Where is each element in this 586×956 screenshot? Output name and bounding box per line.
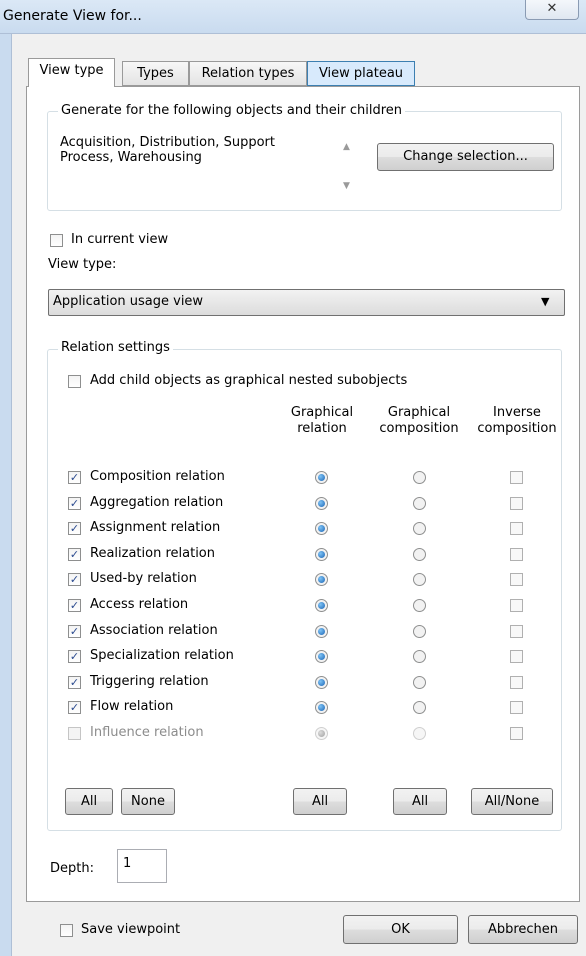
in-current-view-checkbox[interactable] (50, 234, 63, 247)
inverse-composition-checkbox[interactable] (510, 625, 523, 638)
graphical-composition-radio[interactable] (413, 676, 426, 689)
column-header-graphical-composition: Graphical composition (379, 405, 459, 436)
graphical-composition-radio[interactable] (413, 727, 426, 740)
save-viewpoint-checkbox[interactable] (60, 924, 73, 937)
save-viewpoint-label: Save viewpoint (81, 922, 181, 937)
relation-checkbox[interactable]: ✓ (68, 650, 81, 663)
tab-view-type[interactable]: View type (28, 58, 115, 87)
graphical-composition-radio[interactable] (413, 599, 426, 612)
relation-checkbox[interactable]: ✓ (68, 599, 81, 612)
relation-label: Access relation (90, 597, 189, 612)
graphical-relation-radio[interactable] (315, 522, 328, 535)
column-header-graphical-relation: Graphical relation (290, 405, 354, 436)
relation-checkbox[interactable]: ✓ (68, 522, 81, 535)
graphical-relation-radio[interactable] (315, 701, 328, 714)
graphical-relation-radio[interactable] (315, 625, 328, 638)
tab-view-plateau[interactable]: View plateau (307, 61, 415, 86)
graphical-composition-radio[interactable] (413, 573, 426, 586)
all-graphical-relation-button[interactable]: All (293, 788, 347, 815)
view-type-label: View type: (48, 257, 117, 272)
tab-panel-view-type: Generate for the following objects and t… (26, 86, 580, 902)
view-type-select[interactable]: Application usage view ▼ (48, 289, 565, 316)
inverse-composition-checkbox[interactable] (510, 548, 523, 561)
relation-checkbox[interactable]: ✓ (68, 548, 81, 561)
add-child-objects-checkbox[interactable] (68, 375, 81, 388)
graphical-composition-radio[interactable] (413, 650, 426, 663)
column-header-inverse-composition: Inverse composition (477, 405, 557, 436)
relation-checkbox[interactable]: ✓ (68, 471, 81, 484)
relation-checkbox[interactable] (68, 727, 81, 740)
relation-settings-legend: Relation settings (58, 340, 173, 355)
graphical-relation-radio[interactable] (315, 599, 328, 612)
chevron-down-icon: ▼ (541, 295, 550, 308)
graphical-composition-radio[interactable] (413, 471, 426, 484)
graphical-relation-radio[interactable] (315, 497, 328, 510)
graphical-relation-radio[interactable] (315, 471, 328, 484)
relation-checkbox[interactable]: ✓ (68, 625, 81, 638)
ok-button[interactable]: OK (343, 915, 458, 944)
window-title: Generate View for... (3, 8, 142, 24)
relation-checkbox[interactable]: ✓ (68, 497, 81, 510)
graphical-composition-radio[interactable] (413, 522, 426, 535)
scroll-up-icon[interactable]: ▲ (343, 142, 350, 152)
inverse-composition-checkbox[interactable] (510, 497, 523, 510)
select-none-relations-button[interactable]: None (121, 788, 175, 815)
inverse-composition-checkbox[interactable] (510, 599, 523, 612)
objects-line-2: Process, Warehousing (60, 150, 202, 165)
scroll-down-icon[interactable]: ▼ (343, 181, 350, 191)
view-type-value: Application usage view (53, 294, 204, 309)
relation-label: Aggregation relation (90, 495, 224, 510)
graphical-composition-radio[interactable] (413, 625, 426, 638)
relation-checkbox[interactable]: ✓ (68, 573, 81, 586)
graphical-relation-radio[interactable] (315, 727, 328, 740)
graphical-relation-radio[interactable] (315, 650, 328, 663)
window-frame-left (0, 34, 12, 956)
graphical-relation-radio[interactable] (315, 573, 328, 586)
inverse-composition-checkbox[interactable] (510, 727, 523, 740)
inverse-composition-checkbox[interactable] (510, 701, 523, 714)
change-selection-button[interactable]: Change selection... (377, 143, 554, 171)
tab-types[interactable]: Types (122, 61, 189, 86)
relation-label: Triggering relation (90, 674, 209, 689)
depth-value: 1 (123, 856, 132, 871)
title-bar: Generate View for... ✕ (0, 0, 586, 34)
relation-label: Composition relation (90, 469, 225, 484)
relation-label: Flow relation (90, 699, 174, 714)
depth-label: Depth: (50, 861, 94, 876)
relation-checkbox[interactable]: ✓ (68, 701, 81, 714)
relation-label: Specialization relation (90, 648, 234, 663)
relation-label: Used-by relation (90, 571, 197, 586)
add-child-objects-label: Add child objects as graphical nested su… (90, 373, 408, 388)
relation-label: Association relation (90, 623, 218, 638)
depth-input[interactable]: 1 (117, 849, 167, 883)
cancel-button[interactable]: Abbrechen (468, 915, 578, 944)
in-current-view-label: In current view (71, 232, 169, 247)
inverse-composition-checkbox[interactable] (510, 522, 523, 535)
graphical-composition-radio[interactable] (413, 701, 426, 714)
close-icon: ✕ (546, 1, 558, 16)
inverse-composition-checkbox[interactable] (510, 676, 523, 689)
relation-label: Assignment relation (90, 520, 221, 535)
close-button[interactable]: ✕ (525, 0, 579, 20)
graphical-relation-radio[interactable] (315, 676, 328, 689)
graphical-relation-radio[interactable] (315, 548, 328, 561)
graphical-composition-radio[interactable] (413, 548, 426, 561)
relation-label: Realization relation (90, 546, 215, 561)
objects-line-1: Acquisition, Distribution, Support (60, 135, 275, 150)
inverse-composition-checkbox[interactable] (510, 573, 523, 586)
inverse-composition-checkbox[interactable] (510, 471, 523, 484)
relation-checkbox[interactable]: ✓ (68, 676, 81, 689)
graphical-composition-radio[interactable] (413, 497, 426, 510)
objects-list[interactable]: Acquisition, Distribution, Support Proce… (60, 135, 360, 195)
all-none-inverse-composition-button[interactable]: All/None (471, 788, 553, 815)
relation-label: Influence relation (90, 725, 204, 740)
all-graphical-composition-button[interactable]: All (393, 788, 447, 815)
select-all-relations-button[interactable]: All (65, 788, 113, 815)
objects-group-legend: Generate for the following objects and t… (58, 103, 406, 118)
inverse-composition-checkbox[interactable] (510, 650, 523, 663)
tab-relation-types[interactable]: Relation types (189, 61, 307, 86)
